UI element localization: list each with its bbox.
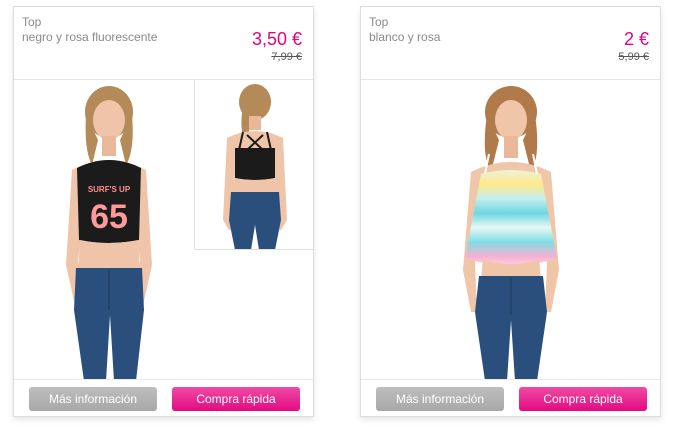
product-image[interactable] (361, 80, 660, 381)
model-front-image: SURF'S UP 65 (66, 86, 152, 381)
product-price: 3,50 € (251, 29, 302, 49)
model-back-image (223, 84, 287, 249)
product-header: Top blanco y rosa 2 € 5,99 € (361, 7, 660, 80)
more-info-button[interactable]: Más información (376, 387, 504, 411)
product-header: Top negro y rosa fluorescente 3,50 € 7,9… (14, 7, 313, 80)
product-actions: Más información Compra rápida (14, 379, 313, 416)
product-actions: Más información Compra rápida (361, 379, 660, 416)
product-image[interactable]: SURF'S UP 65 (14, 80, 313, 381)
product-back-thumbnail[interactable] (194, 80, 313, 250)
model-front-image (463, 86, 559, 381)
quick-buy-button[interactable]: Compra rápida (172, 387, 300, 411)
product-category: Top (22, 15, 42, 29)
product-card[interactable]: Top negro y rosa fluorescente 3,50 € 7,9… (13, 6, 314, 417)
product-old-price: 7,99 € (271, 51, 302, 63)
print-text: SURF'S UP (88, 185, 131, 194)
product-card[interactable]: Top blanco y rosa 2 € 5,99 € Más informa… (360, 6, 661, 417)
print-number: 65 (90, 198, 128, 236)
product-color: negro y rosa fluorescente (22, 30, 158, 44)
quick-buy-button[interactable]: Compra rápida (519, 387, 647, 411)
product-color: blanco y rosa (369, 30, 441, 44)
more-info-button[interactable]: Más información (29, 387, 157, 411)
product-category: Top (369, 15, 389, 29)
product-price: 2 € (623, 29, 649, 49)
product-old-price: 5,99 € (618, 51, 649, 63)
